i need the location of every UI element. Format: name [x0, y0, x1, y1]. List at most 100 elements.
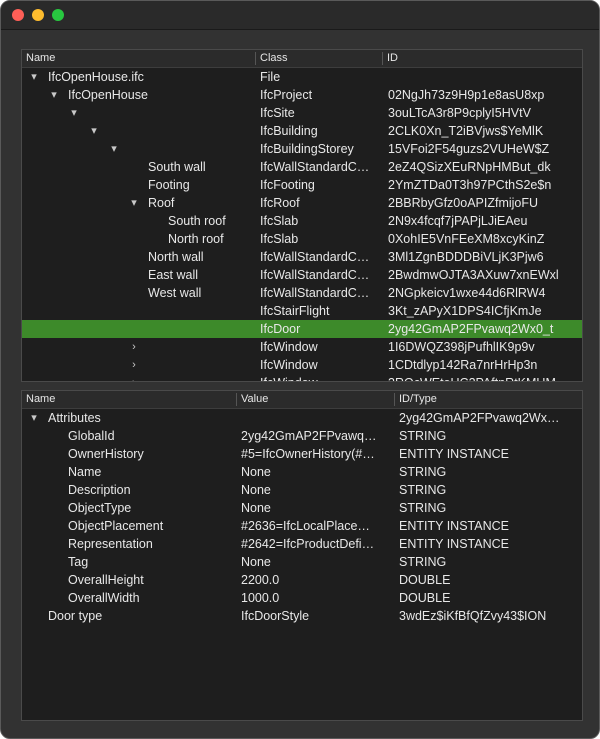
title-bar: [1, 1, 599, 30]
chevron-right-icon[interactable]: ›: [128, 374, 140, 381]
property-row[interactable]: Door type IfcDoorStyle 3wdEz$iKfBfQfZvy43$…: [22, 607, 582, 625]
tree-id: 2BwdmwOJTA3AXuw7xnEWxl: [388, 268, 559, 282]
tree-id: 3Kt_zAPyX1DPS4ICfjKmJe: [388, 304, 542, 318]
tree-name: East wall: [148, 268, 199, 282]
tree-class: IfcProject: [260, 88, 313, 102]
property-row[interactable]: ▾ Attributes 2yg42GmAP2FPvawq2Wx…: [22, 409, 582, 427]
property-type: 2yg42GmAP2FPvawq2Wx…: [399, 411, 560, 425]
props-body: ▾ Attributes 2yg42GmAP2FPvawq2Wx… GlobalId 2…: [22, 409, 582, 625]
tree-row[interactable]: Footing IfcFooting 2YmZTDa0T3h97PCthS2e$n: [22, 176, 582, 194]
properties-panel[interactable]: Name Value ID/Type ▾ Attributes 2yg42GmAP2…: [21, 390, 583, 721]
tree-row[interactable]: › IfcWindow 3ROcWEtoUC2PAftnRtKMUM: [22, 374, 582, 381]
chevron-down-icon[interactable]: ▾: [108, 140, 120, 158]
entity-tree-panel[interactable]: Name Class ID ▾ IfcOpenHouse.ifc File ▾ IfcO…: [21, 49, 583, 382]
property-row[interactable]: OverallWidth 1000.0 DOUBLE: [22, 589, 582, 607]
property-row[interactable]: ObjectType None STRING: [22, 499, 582, 517]
chevron-right-icon[interactable]: ›: [128, 356, 140, 374]
tree-row[interactable]: North wall IfcWallStandardC… 3Ml1ZgnBDDDBi…: [22, 248, 582, 266]
tree-row[interactable]: ▾ IfcBuildingStorey 15VFoi2F54guzs2VUHeW$Z: [22, 140, 582, 158]
property-value: #2642=IfcProductDefi…: [241, 537, 375, 551]
tree-class: IfcSite: [260, 106, 295, 120]
property-row[interactable]: Tag None STRING: [22, 553, 582, 571]
tree-row[interactable]: South wall IfcWallStandardC… 2eZ4QSizXEuRN…: [22, 158, 582, 176]
tree-row[interactable]: IfcDoor 2yg42GmAP2FPvawq2Wx0_t: [22, 320, 582, 338]
property-name: Attributes: [48, 411, 101, 425]
property-type: 3wdEz$iKfBfQfZvy43$ION: [399, 609, 547, 623]
property-row[interactable]: OwnerHistory #5=IfcOwnerHistory(#… ENTITY …: [22, 445, 582, 463]
tree-row[interactable]: ▾ Roof IfcRoof 2BBRbyGfz0oAPIZfmijoFU: [22, 194, 582, 212]
tree-id: 3ROcWEtoUC2PAftnRtKMUM: [388, 374, 580, 381]
property-row[interactable]: OverallHeight 2200.0 DOUBLE: [22, 571, 582, 589]
property-row[interactable]: Name None STRING: [22, 463, 582, 481]
property-type: DOUBLE: [399, 573, 451, 587]
chevron-down-icon[interactable]: ▾: [48, 86, 60, 104]
property-type: STRING: [399, 429, 447, 443]
tree-class: IfcWallStandardC…: [260, 250, 370, 264]
property-row[interactable]: Representation #2642=IfcProductDefi… ENTIT…: [22, 535, 582, 553]
property-value: None: [241, 483, 271, 497]
property-name: Door type: [48, 609, 103, 623]
tree-id: 3ouLTcA3r8P9cplyI5HVtV: [388, 106, 531, 120]
chevron-down-icon[interactable]: ▾: [128, 194, 140, 212]
app-window: Name Class ID ▾ IfcOpenHouse.ifc File ▾ IfcO…: [0, 0, 600, 739]
chevron-right-icon[interactable]: ›: [128, 338, 140, 356]
tree-col-class[interactable]: Class: [256, 50, 288, 67]
tree-row[interactable]: South roof IfcSlab 2N9x4fcqf7jPAPjLJiEAeu: [22, 212, 582, 230]
property-value: None: [241, 555, 271, 569]
property-value: 2200.0: [241, 573, 280, 587]
tree-id: 2BBRbyGfz0oAPIZfmijoFU: [388, 196, 539, 210]
property-value: None: [241, 501, 271, 515]
chevron-down-icon[interactable]: ▾: [68, 104, 80, 122]
props-col-name[interactable]: Name: [22, 391, 55, 408]
tree-id: 2yg42GmAP2FPvawq2Wx0_t: [388, 322, 554, 336]
property-row[interactable]: GlobalId 2yg42GmAP2FPvawq… STRING: [22, 427, 582, 445]
chevron-down-icon[interactable]: ▾: [88, 122, 100, 140]
tree-row[interactable]: West wall IfcWallStandardC… 2NGpkeicv1wxe4…: [22, 284, 582, 302]
tree-class: File: [260, 70, 281, 84]
tree-row[interactable]: › IfcWindow 1I6DWQZ398jPufhlIK9p9v: [22, 338, 582, 356]
tree-id: 2YmZTDa0T3h97PCthS2e$n: [388, 178, 552, 192]
tree-class: IfcStairFlight: [260, 304, 330, 318]
tree-col-name[interactable]: Name: [22, 50, 55, 67]
tree-class: IfcBuildingStorey: [260, 142, 354, 156]
property-name: OverallWidth: [68, 591, 140, 605]
maximize-window-button[interactable]: [52, 9, 64, 21]
tree-col-id[interactable]: ID: [383, 50, 398, 67]
tree-class: IfcWallStandardC…: [260, 160, 370, 174]
tree-row[interactable]: ▾ IfcOpenHouse IfcProject 02NgJh73z9H9p1e8a…: [22, 86, 582, 104]
tree-class: IfcRoof: [260, 196, 300, 210]
tree-row[interactable]: ▾ IfcSite 3ouLTcA3r8P9cplyI5HVtV: [22, 104, 582, 122]
property-type: STRING: [399, 501, 447, 515]
property-type: STRING: [399, 483, 447, 497]
property-value: #5=IfcOwnerHistory(#…: [241, 447, 375, 461]
property-row[interactable]: Description None STRING: [22, 481, 582, 499]
tree-id: 2CLK0Xn_T2iBVjws$YeMlK: [388, 124, 544, 138]
tree-name: North roof: [168, 232, 224, 246]
tree-row[interactable]: › IfcWindow 1CDtdlyp142Ra7nrHrHp3n: [22, 356, 582, 374]
property-value: #2636=IfcLocalPlace…: [241, 519, 370, 533]
props-col-type[interactable]: ID/Type: [395, 391, 437, 408]
tree-name: West wall: [148, 286, 202, 300]
minimize-window-button[interactable]: [32, 9, 44, 21]
chevron-down-icon[interactable]: ▾: [28, 409, 40, 427]
property-row[interactable]: ObjectPlacement #2636=IfcLocalPlace… ENTIT…: [22, 517, 582, 535]
tree-class: IfcWallStandardC…: [260, 268, 370, 282]
property-name: Representation: [68, 537, 153, 551]
tree-row[interactable]: ▾ IfcBuilding 2CLK0Xn_T2iBVjws$YeMlK: [22, 122, 582, 140]
chevron-down-icon[interactable]: ▾: [28, 68, 40, 86]
props-col-value[interactable]: Value: [237, 391, 268, 408]
property-type: ENTITY INSTANCE: [399, 519, 509, 533]
tree-name: Roof: [148, 196, 175, 210]
property-type: STRING: [399, 465, 447, 479]
property-name: Description: [68, 483, 131, 497]
tree-name: IfcOpenHouse: [68, 88, 148, 102]
tree-id: 1CDtdlyp142Ra7nrHrHp3n: [388, 358, 538, 372]
tree-row[interactable]: North roof IfcSlab 0XohIE5VnFEeXM8xcyKinZ: [22, 230, 582, 248]
tree-header: Name Class ID: [22, 50, 582, 68]
tree-row[interactable]: ▾ IfcOpenHouse.ifc File: [22, 68, 582, 86]
tree-name: Footing: [148, 178, 190, 192]
tree-row[interactable]: IfcStairFlight 3Kt_zAPyX1DPS4ICfjKmJe: [22, 302, 582, 320]
close-window-button[interactable]: [12, 9, 24, 21]
property-type: DOUBLE: [399, 591, 451, 605]
tree-row[interactable]: East wall IfcWallStandardC… 2BwdmwOJTA3AXu…: [22, 266, 582, 284]
